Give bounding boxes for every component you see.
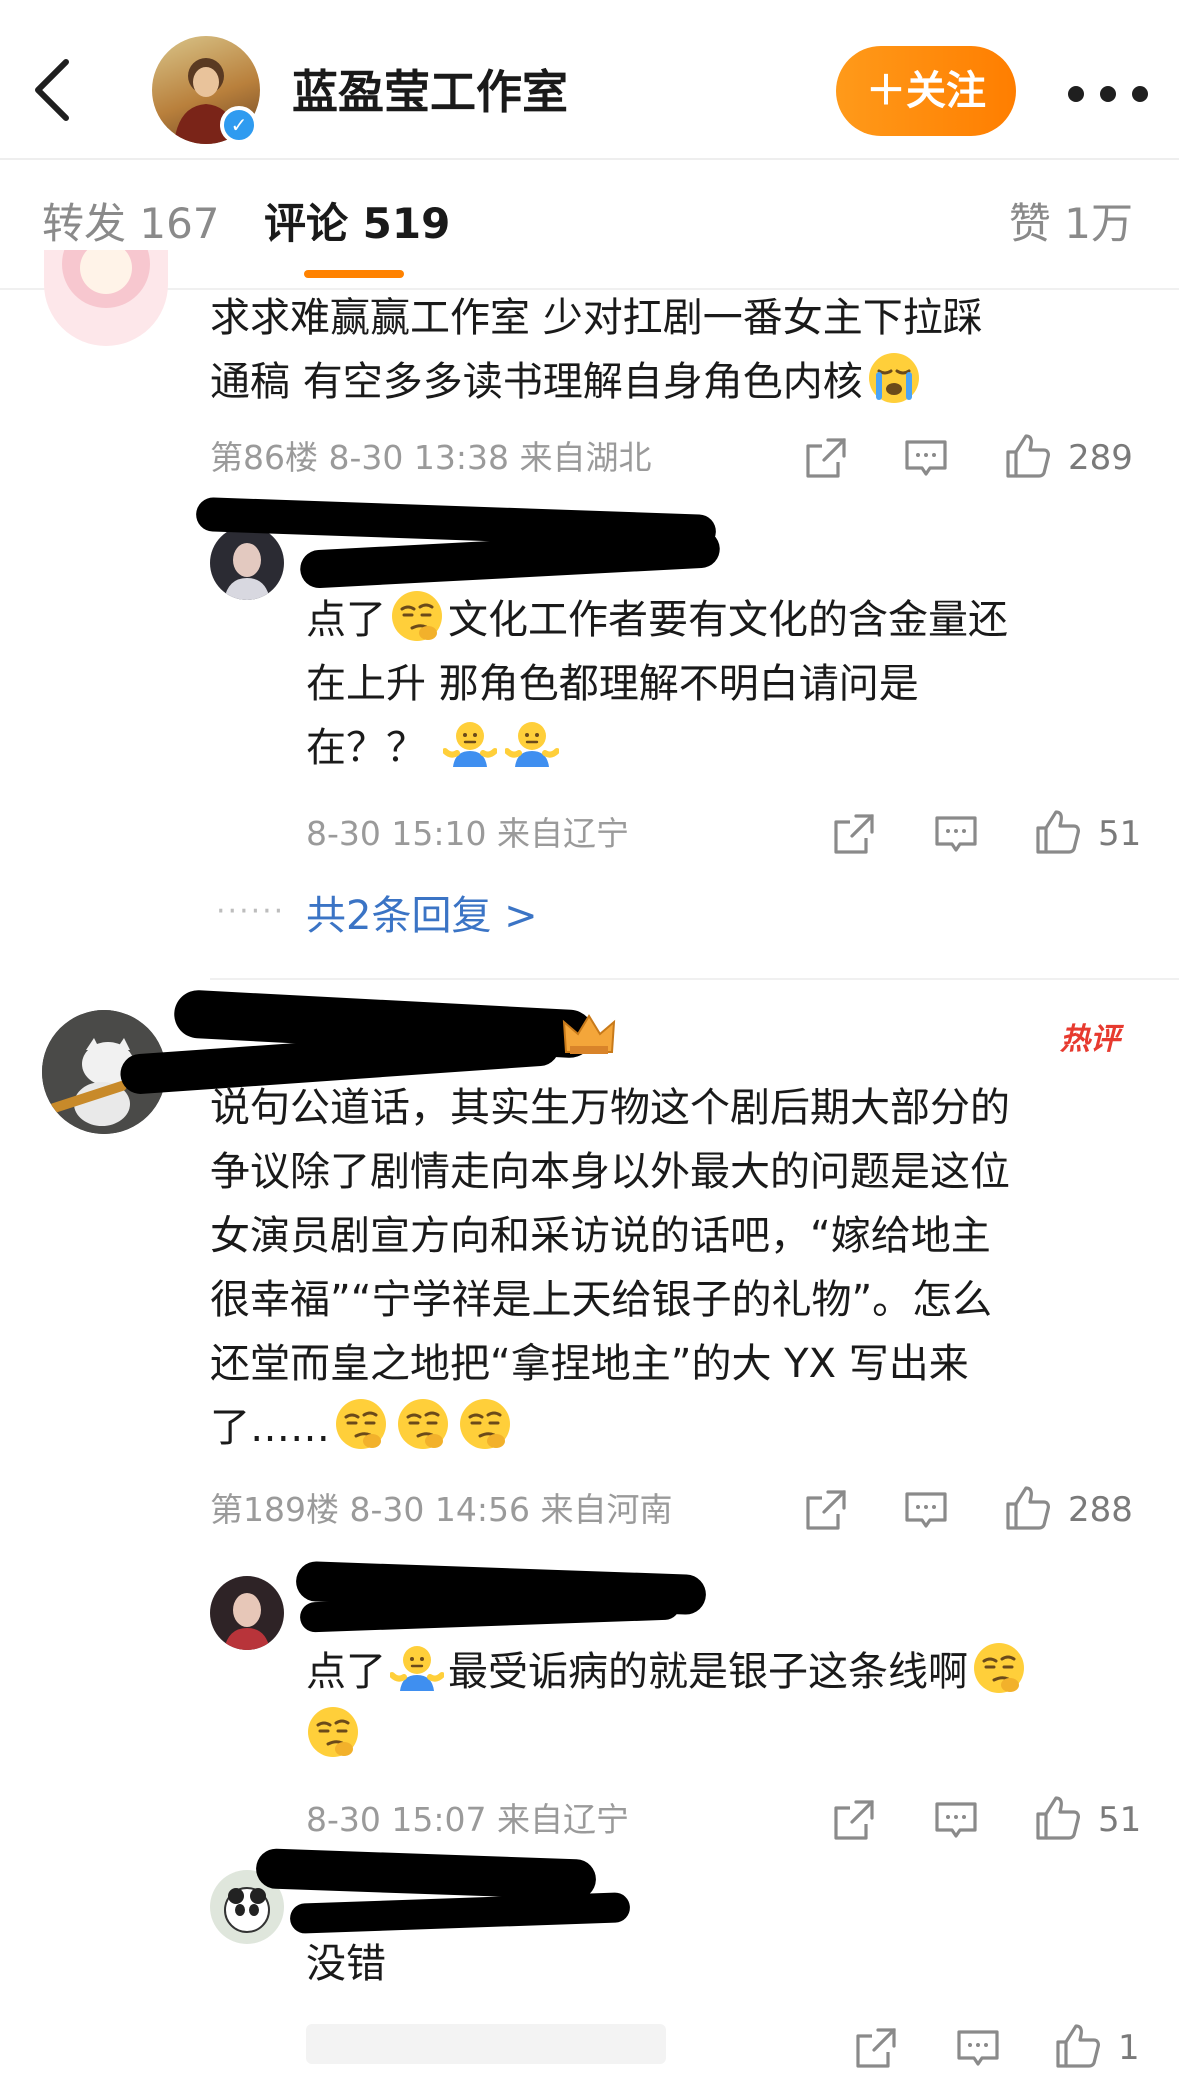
like-count: 1 [1118,2028,1140,2068]
smirk-emoji-icon [396,1397,450,1451]
verified-icon: ✓ [220,106,258,144]
smirk-emoji-icon [334,1397,388,1451]
member-crown-icon [562,1014,616,1054]
reply-text: 点了 文化工作者要有文化的含金量还 在上升 那角色都理解不明白请问是 在？？ [306,588,1136,780]
smirk-emoji-icon [458,1397,512,1451]
share-icon[interactable] [830,1796,878,1844]
crying-emoji-icon [867,351,921,405]
comment-meta: 第86楼 8-30 13:38 来自湖北 [210,438,652,477]
top-bar: ✓ 蓝盈莹工作室 ＋关注 [0,0,1179,160]
comment-icon[interactable] [902,1486,950,1534]
comment-divider [210,978,1179,980]
comment-icon[interactable] [932,1796,980,1844]
redacted-username [255,1848,597,1900]
like-count: 289 [1068,438,1133,478]
share-icon[interactable] [802,1486,850,1534]
share-icon[interactable] [802,434,850,482]
share-icon[interactable] [852,2024,900,2072]
comment-text: 说句公道话，其实生万物这个剧后期大部分的 争议除了剧情走向本身以外最大的问题是这… [210,1085,1010,1451]
reply-meta: 8-30 15:10 来自辽宁 [306,814,629,853]
blurred-meta [306,2024,666,2064]
tab-repost[interactable]: 转发 167 [42,196,220,252]
thread-dots: ······ [216,894,286,929]
shrug-emoji-icon [390,1641,444,1695]
back-icon[interactable] [28,54,76,126]
reply-avatar[interactable] [210,1576,284,1650]
more-icon[interactable] [1068,86,1176,106]
like-count: 51 [1098,1800,1142,1840]
smirk-emoji-icon [972,1641,1026,1695]
commenter-avatar[interactable] [44,250,168,346]
smirk-emoji-icon [390,589,444,643]
comment-meta: 第189楼 8-30 14:56 来自河南 [210,1490,673,1529]
view-more-replies-link[interactable]: 共2条回复 > [306,888,538,944]
tab-comments[interactable]: 评论 519 [264,196,450,252]
share-icon[interactable] [830,810,878,858]
account-name[interactable]: 蓝盈莹工作室 [292,64,568,120]
shrug-emoji-icon [443,717,497,771]
tab-likes[interactable]: 赞 1万 [1009,196,1133,252]
like-icon[interactable] [1004,432,1052,480]
comment-icon[interactable] [932,810,980,858]
tab-active-indicator [304,270,404,278]
like-icon[interactable] [1034,1794,1082,1842]
redacted-username [289,1892,631,1934]
reply-text: 没错 [306,1941,386,1987]
like-count: 51 [1098,814,1142,854]
smirk-emoji-icon [306,1705,360,1759]
reply-avatar[interactable] [210,526,284,600]
like-icon[interactable] [1034,808,1082,856]
like-icon[interactable] [1004,1484,1052,1532]
comment-icon[interactable] [954,2024,1002,2072]
reply-text: 点了 最受诟病的就是银子这条线啊 [306,1640,1136,1768]
tab-bar: 转发 167 评论 519 赞 1万 [0,160,1179,290]
like-count: 288 [1068,1490,1133,1530]
reply-meta: 8-30 15:07 来自辽宁 [306,1800,629,1839]
comment-icon[interactable] [902,434,950,482]
hot-comment-badge: 热评 [1060,1022,1120,1057]
shrug-emoji-icon [505,717,559,771]
like-icon[interactable] [1054,2022,1102,2070]
comment-text: 求求难赢赢工作室 少对扛剧一番女主下拉踩 通稿 有空多多读书理解自身角色内核 [210,295,983,405]
follow-button[interactable]: ＋关注 [836,46,1016,136]
